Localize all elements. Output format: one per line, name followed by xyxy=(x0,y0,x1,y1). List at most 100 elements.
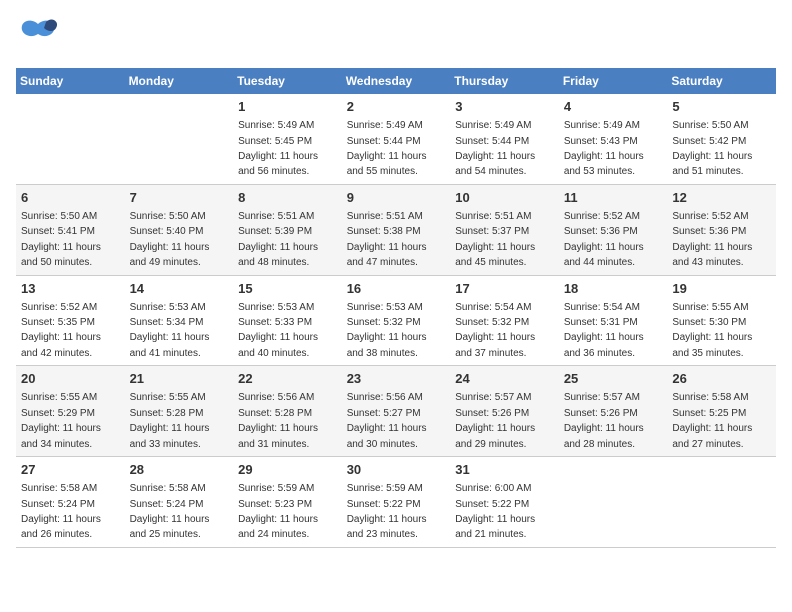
day-cell: 19Sunrise: 5:55 AMSunset: 5:30 PMDayligh… xyxy=(667,275,776,366)
day-number: 10 xyxy=(455,189,554,207)
week-row-5: 27Sunrise: 5:58 AMSunset: 5:24 PMDayligh… xyxy=(16,457,776,548)
day-cell: 27Sunrise: 5:58 AMSunset: 5:24 PMDayligh… xyxy=(16,457,125,548)
sunset-text: Sunset: 5:32 PM xyxy=(455,317,529,328)
day-cell: 11Sunrise: 5:52 AMSunset: 5:36 PMDayligh… xyxy=(559,184,668,275)
day-cell: 2Sunrise: 5:49 AMSunset: 5:44 PMDaylight… xyxy=(342,94,451,184)
day-number: 25 xyxy=(564,370,663,388)
day-cell: 25Sunrise: 5:57 AMSunset: 5:26 PMDayligh… xyxy=(559,366,668,457)
sunset-text: Sunset: 5:28 PM xyxy=(238,408,312,419)
sunrise-text: Sunrise: 5:52 AM xyxy=(21,302,97,313)
daylight-text: Daylight: 11 hours and 30 minutes. xyxy=(347,423,427,449)
sunrise-text: Sunrise: 5:49 AM xyxy=(564,120,640,131)
sunset-text: Sunset: 5:28 PM xyxy=(130,408,204,419)
day-cell: 8Sunrise: 5:51 AMSunset: 5:39 PMDaylight… xyxy=(233,184,342,275)
day-number: 29 xyxy=(238,461,337,479)
sunrise-text: Sunrise: 5:58 AM xyxy=(130,483,206,494)
day-cell: 7Sunrise: 5:50 AMSunset: 5:40 PMDaylight… xyxy=(125,184,234,275)
day-cell: 5Sunrise: 5:50 AMSunset: 5:42 PMDaylight… xyxy=(667,94,776,184)
day-number: 21 xyxy=(130,370,229,388)
sunset-text: Sunset: 5:24 PM xyxy=(21,499,95,510)
daylight-text: Daylight: 11 hours and 33 minutes. xyxy=(130,423,210,449)
sunset-text: Sunset: 5:42 PM xyxy=(672,136,746,147)
day-cell: 3Sunrise: 5:49 AMSunset: 5:44 PMDaylight… xyxy=(450,94,559,184)
day-cell: 23Sunrise: 5:56 AMSunset: 5:27 PMDayligh… xyxy=(342,366,451,457)
day-number: 19 xyxy=(672,280,771,298)
sunrise-text: Sunrise: 5:59 AM xyxy=(238,483,314,494)
sunset-text: Sunset: 5:24 PM xyxy=(130,499,204,510)
sunrise-text: Sunrise: 5:52 AM xyxy=(672,211,748,222)
day-number: 8 xyxy=(238,189,337,207)
sunrise-text: Sunrise: 5:50 AM xyxy=(130,211,206,222)
daylight-text: Daylight: 11 hours and 26 minutes. xyxy=(21,514,101,540)
sunrise-text: Sunrise: 5:49 AM xyxy=(238,120,314,131)
day-number: 24 xyxy=(455,370,554,388)
day-cell xyxy=(125,94,234,184)
sunset-text: Sunset: 5:36 PM xyxy=(672,226,746,237)
sunset-text: Sunset: 5:29 PM xyxy=(21,408,95,419)
daylight-text: Daylight: 11 hours and 35 minutes. xyxy=(672,332,752,358)
day-cell: 13Sunrise: 5:52 AMSunset: 5:35 PMDayligh… xyxy=(16,275,125,366)
daylight-text: Daylight: 11 hours and 25 minutes. xyxy=(130,514,210,540)
day-number: 22 xyxy=(238,370,337,388)
sunset-text: Sunset: 5:22 PM xyxy=(455,499,529,510)
day-cell xyxy=(667,457,776,548)
sunset-text: Sunset: 5:25 PM xyxy=(672,408,746,419)
day-cell: 24Sunrise: 5:57 AMSunset: 5:26 PMDayligh… xyxy=(450,366,559,457)
sunset-text: Sunset: 5:23 PM xyxy=(238,499,312,510)
day-number: 15 xyxy=(238,280,337,298)
sunrise-text: Sunrise: 5:58 AM xyxy=(672,392,748,403)
sunset-text: Sunset: 5:31 PM xyxy=(564,317,638,328)
day-cell: 29Sunrise: 5:59 AMSunset: 5:23 PMDayligh… xyxy=(233,457,342,548)
header-row: SundayMondayTuesdayWednesdayThursdayFrid… xyxy=(16,68,776,94)
day-number: 30 xyxy=(347,461,446,479)
daylight-text: Daylight: 11 hours and 38 minutes. xyxy=(347,332,427,358)
daylight-text: Daylight: 11 hours and 48 minutes. xyxy=(238,242,318,268)
daylight-text: Daylight: 11 hours and 49 minutes. xyxy=(130,242,210,268)
daylight-text: Daylight: 11 hours and 56 minutes. xyxy=(238,151,318,177)
sunset-text: Sunset: 5:45 PM xyxy=(238,136,312,147)
daylight-text: Daylight: 11 hours and 21 minutes. xyxy=(455,514,535,540)
daylight-text: Daylight: 11 hours and 55 minutes. xyxy=(347,151,427,177)
sunrise-text: Sunrise: 5:53 AM xyxy=(238,302,314,313)
sunrise-text: Sunrise: 5:57 AM xyxy=(455,392,531,403)
daylight-text: Daylight: 11 hours and 34 minutes. xyxy=(21,423,101,449)
daylight-text: Daylight: 11 hours and 51 minutes. xyxy=(672,151,752,177)
header-cell-wednesday: Wednesday xyxy=(342,68,451,94)
header-cell-tuesday: Tuesday xyxy=(233,68,342,94)
day-cell: 18Sunrise: 5:54 AMSunset: 5:31 PMDayligh… xyxy=(559,275,668,366)
daylight-text: Daylight: 11 hours and 45 minutes. xyxy=(455,242,535,268)
daylight-text: Daylight: 11 hours and 50 minutes. xyxy=(21,242,101,268)
header-cell-sunday: Sunday xyxy=(16,68,125,94)
logo-bird-icon xyxy=(16,16,60,56)
sunrise-text: Sunrise: 5:54 AM xyxy=(455,302,531,313)
day-number: 1 xyxy=(238,98,337,116)
day-number: 3 xyxy=(455,98,554,116)
sunrise-text: Sunrise: 5:49 AM xyxy=(455,120,531,131)
day-cell: 12Sunrise: 5:52 AMSunset: 5:36 PMDayligh… xyxy=(667,184,776,275)
daylight-text: Daylight: 11 hours and 43 minutes. xyxy=(672,242,752,268)
week-row-1: 1 Sunrise: 5:49 AM Sunset: 5:45 PM Daylight… xyxy=(16,94,776,184)
day-cell: 6Sunrise: 5:50 AMSunset: 5:41 PMDaylight… xyxy=(16,184,125,275)
daylight-text: Daylight: 11 hours and 41 minutes. xyxy=(130,332,210,358)
daylight-text: Daylight: 11 hours and 44 minutes. xyxy=(564,242,644,268)
sunrise-text: Sunrise: 5:58 AM xyxy=(21,483,97,494)
sunrise-text: Sunrise: 5:56 AM xyxy=(347,392,423,403)
daylight-text: Daylight: 11 hours and 29 minutes. xyxy=(455,423,535,449)
day-number: 31 xyxy=(455,461,554,479)
sunrise-text: Sunrise: 6:00 AM xyxy=(455,483,531,494)
daylight-text: Daylight: 11 hours and 28 minutes. xyxy=(564,423,644,449)
day-number: 28 xyxy=(130,461,229,479)
day-cell xyxy=(559,457,668,548)
day-number: 26 xyxy=(672,370,771,388)
sunset-text: Sunset: 5:32 PM xyxy=(347,317,421,328)
day-cell: 30Sunrise: 5:59 AMSunset: 5:22 PMDayligh… xyxy=(342,457,451,548)
sunrise-text: Sunrise: 5:50 AM xyxy=(21,211,97,222)
sunset-text: Sunset: 5:37 PM xyxy=(455,226,529,237)
day-number: 4 xyxy=(564,98,663,116)
day-number: 7 xyxy=(130,189,229,207)
day-cell: 4Sunrise: 5:49 AMSunset: 5:43 PMDaylight… xyxy=(559,94,668,184)
daylight-text: Daylight: 11 hours and 47 minutes. xyxy=(347,242,427,268)
header-cell-friday: Friday xyxy=(559,68,668,94)
day-number: 9 xyxy=(347,189,446,207)
daylight-text: Daylight: 11 hours and 40 minutes. xyxy=(238,332,318,358)
